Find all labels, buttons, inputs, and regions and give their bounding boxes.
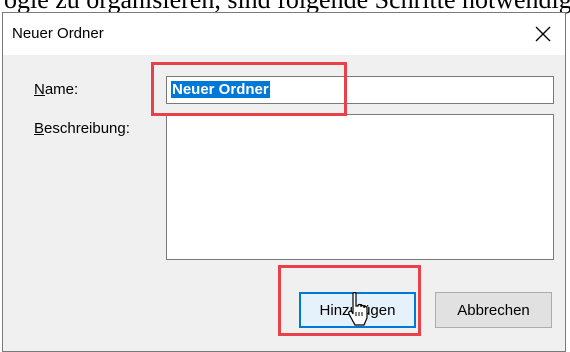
cancel-button[interactable]: Abbrechen [435, 292, 552, 328]
dialog-titlebar: Neuer Ordner [3, 13, 565, 55]
description-field[interactable] [166, 114, 554, 260]
description-label-text: eschreibung: [44, 120, 130, 137]
new-folder-dialog: Neuer Ordner Name: Neuer Ordner Beschrei… [2, 12, 566, 352]
name-label: Name: [34, 81, 78, 98]
description-label: Beschreibung: [34, 120, 130, 137]
name-label-accesskey: N [34, 81, 45, 98]
dialog-title: Neuer Ordner [12, 25, 104, 42]
close-button[interactable] [521, 13, 565, 55]
close-icon [535, 26, 551, 42]
mouse-cursor-icon [348, 292, 368, 326]
description-label-accesskey: B [34, 120, 45, 137]
name-field-value: Neuer Ordner [171, 81, 270, 98]
name-label-text: ame: [44, 81, 79, 98]
name-field[interactable]: Neuer Ordner [166, 76, 554, 104]
